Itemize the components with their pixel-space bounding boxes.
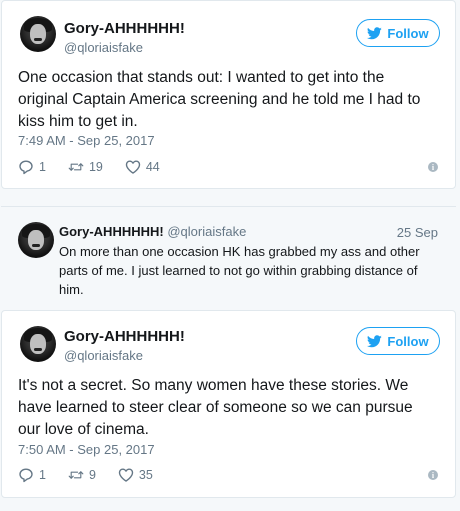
quoted-author-name: Gory-AHHHHHH! [59,224,164,239]
like-action[interactable]: 44 [125,159,160,175]
tweet-text: It's not a secret. So many women have th… [18,377,413,438]
follow-label: Follow [387,333,429,349]
retweet-count: 19 [88,160,103,174]
retweet-count: 9 [88,468,96,482]
like-heart-icon [125,160,141,174]
tweet-actions: 1 9 35 [18,467,175,483]
retweet-action[interactable]: 19 [68,159,103,175]
info-icon[interactable]: i [428,470,438,480]
reply-icon [19,160,33,175]
avatar[interactable] [18,222,54,258]
like-heart-icon [118,468,134,482]
like-count: 35 [138,468,153,482]
like-action[interactable]: 35 [118,467,153,483]
retweet-icon [68,471,84,479]
reply-icon [19,468,33,483]
quoted-author-handle: @qloriaisfake [167,224,247,239]
follow-button[interactable]: Follow [356,327,440,355]
avatar[interactable] [20,326,56,362]
author-handle[interactable]: @qloriaisfake [64,40,143,55]
reply-count: 1 [39,160,46,174]
reply-action[interactable]: 1 [18,159,46,175]
tweet-actions: 1 19 44 [18,159,182,175]
retweet-action[interactable]: 9 [68,467,96,483]
quoted-author[interactable]: Gory-AHHHHHH! @qloriaisfake [59,224,246,239]
twitter-bird-icon [367,334,383,347]
quoted-text: On more than one occasion HK has grabbed… [59,244,420,297]
author-handle[interactable]: @qloriaisfake [64,348,143,363]
twitter-bird-icon [367,26,383,39]
quoted-date[interactable]: 25 Sep [397,225,438,240]
follow-label: Follow [387,25,429,41]
reply-action[interactable]: 1 [18,467,46,483]
reply-count: 1 [39,468,46,482]
info-icon[interactable]: i [428,162,438,172]
tweet-text: One occasion that stands out: I wanted t… [18,69,421,130]
retweet-icon [68,163,84,171]
follow-button[interactable]: Follow [356,19,440,47]
author-name[interactable]: Gory-AHHHHHH! [64,328,185,345]
avatar[interactable] [20,16,56,52]
like-count: 44 [145,160,160,174]
tweet-timestamp[interactable]: 7:50 AM - Sep 25, 2017 [18,442,155,457]
author-name[interactable]: Gory-AHHHHHH! [64,20,185,37]
tweet-timestamp[interactable]: 7:49 AM - Sep 25, 2017 [18,133,155,148]
